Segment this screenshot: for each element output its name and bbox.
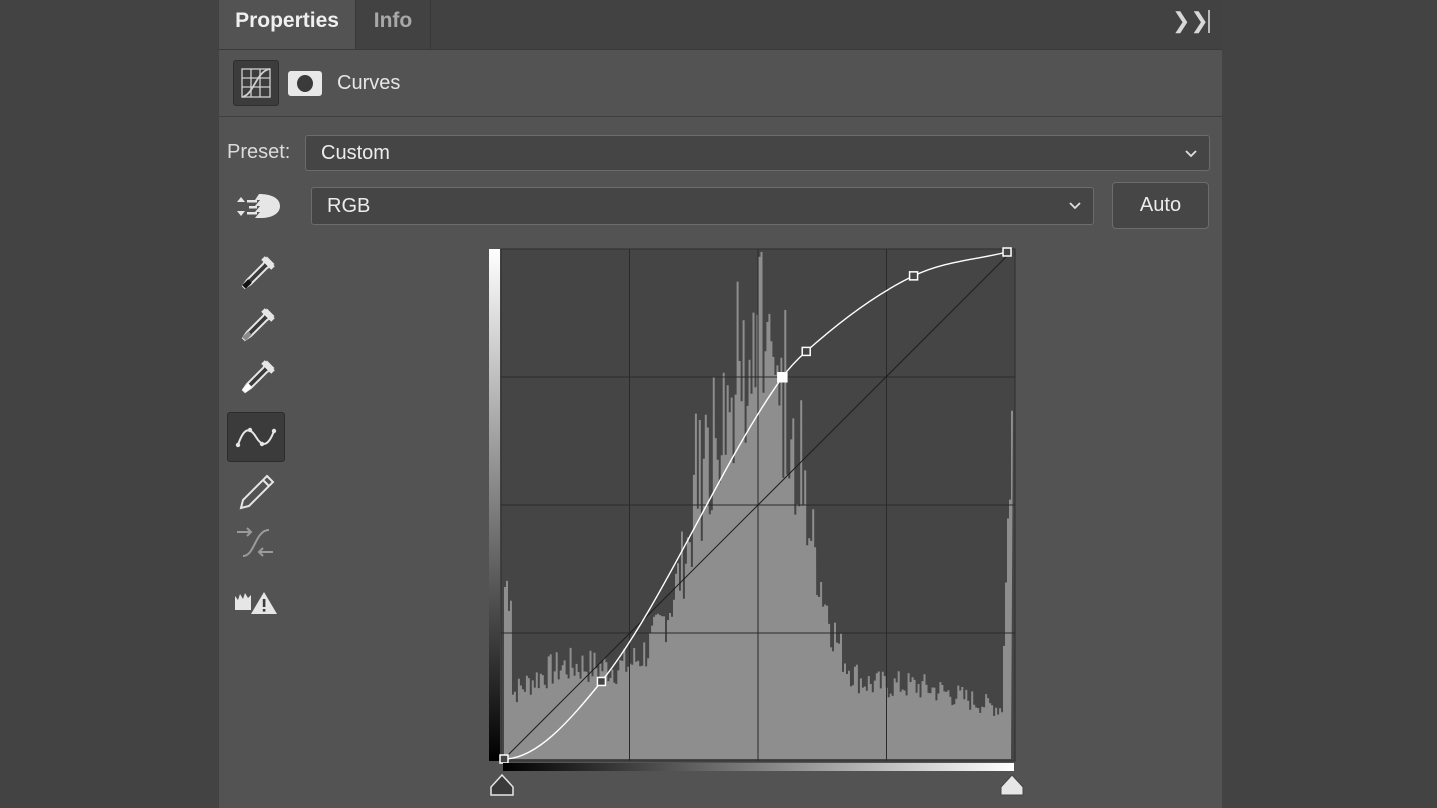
white-point-slider[interactable]: [1000, 774, 1024, 796]
properties-panel: Properties Info ❯❯ Curves Preset: Custom: [219, 0, 1222, 808]
curve-control-point[interactable]: [1002, 247, 1012, 257]
curve-control-point[interactable]: [908, 271, 919, 281]
curves-graph[interactable]: [219, 0, 1222, 808]
curve-control-point[interactable]: [499, 754, 509, 764]
input-gradient-bar: [503, 763, 1014, 771]
black-point-slider[interactable]: [490, 773, 514, 796]
curve-control-point-selected[interactable]: [777, 372, 788, 383]
output-gradient-bar: [489, 249, 500, 761]
curve-control-point[interactable]: [801, 346, 811, 357]
curve-control-point[interactable]: [596, 676, 607, 687]
